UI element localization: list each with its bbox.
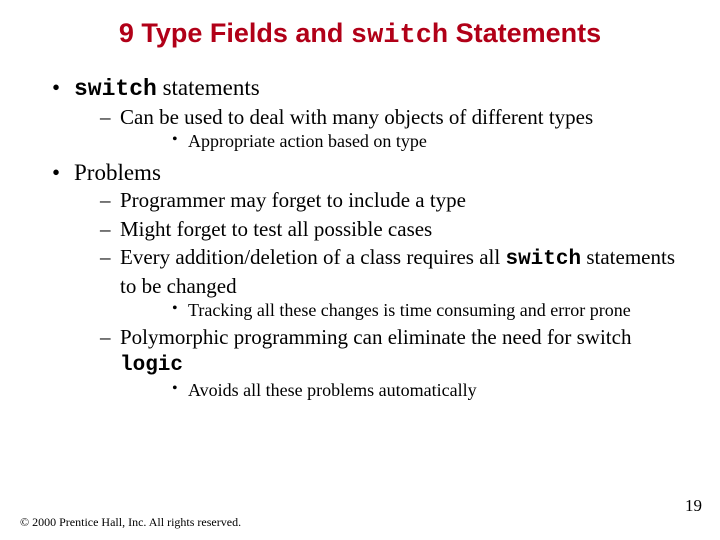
bullet-problems: Problems Programmer may forget to includ… bbox=[46, 159, 686, 402]
sub-addition-deletion: Every addition/deletion of a class requi… bbox=[74, 244, 686, 322]
subsub-avoids-problems: Avoids all these problems automatically bbox=[120, 379, 686, 402]
text: Appropriate action based on type bbox=[188, 131, 427, 151]
title-mono: switch bbox=[351, 21, 448, 51]
sub-can-be-used: Can be used to deal with many objects of… bbox=[74, 104, 686, 153]
slide: 9 Type Fields and switch Statements swit… bbox=[0, 0, 720, 540]
page-number: 19 bbox=[685, 496, 702, 516]
subsub-tracking-changes: Tracking all these changes is time consu… bbox=[120, 299, 686, 322]
title-prefix: 9 Type Fields and bbox=[119, 18, 351, 48]
sub-forget-test: Might forget to test all possible cases bbox=[74, 216, 686, 242]
sub-forget-type: Programmer may forget to include a type bbox=[74, 187, 686, 213]
text: Tracking all these changes is time consu… bbox=[188, 300, 631, 320]
text: Avoids all these problems automatically bbox=[188, 380, 477, 400]
text-mono: logic bbox=[120, 354, 183, 377]
subsub-appropriate-action: Appropriate action based on type bbox=[120, 130, 686, 153]
text: Problems bbox=[74, 160, 161, 185]
slide-title: 9 Type Fields and switch Statements bbox=[0, 18, 720, 51]
copyright-footer: © 2000 Prentice Hall, Inc. All rights re… bbox=[20, 515, 241, 530]
text: Might forget to test all possible cases bbox=[120, 217, 432, 241]
title-suffix: Statements bbox=[448, 18, 601, 48]
bullet-tail: statements bbox=[157, 75, 260, 100]
text-mono: switch bbox=[505, 248, 581, 271]
bullet-mono: switch bbox=[74, 76, 157, 102]
sub-polymorphic: Polymorphic programming can eliminate th… bbox=[74, 324, 686, 402]
text-pre: Every addition/deletion of a class requi… bbox=[120, 245, 505, 269]
text-pre: Polymorphic programming can eliminate th… bbox=[120, 325, 631, 349]
text: Can be used to deal with many objects of… bbox=[120, 105, 593, 129]
bullet-switch-statements: switch statements Can be used to deal wi… bbox=[46, 74, 686, 153]
slide-body: switch statements Can be used to deal wi… bbox=[46, 74, 686, 408]
text: Programmer may forget to include a type bbox=[120, 188, 466, 212]
